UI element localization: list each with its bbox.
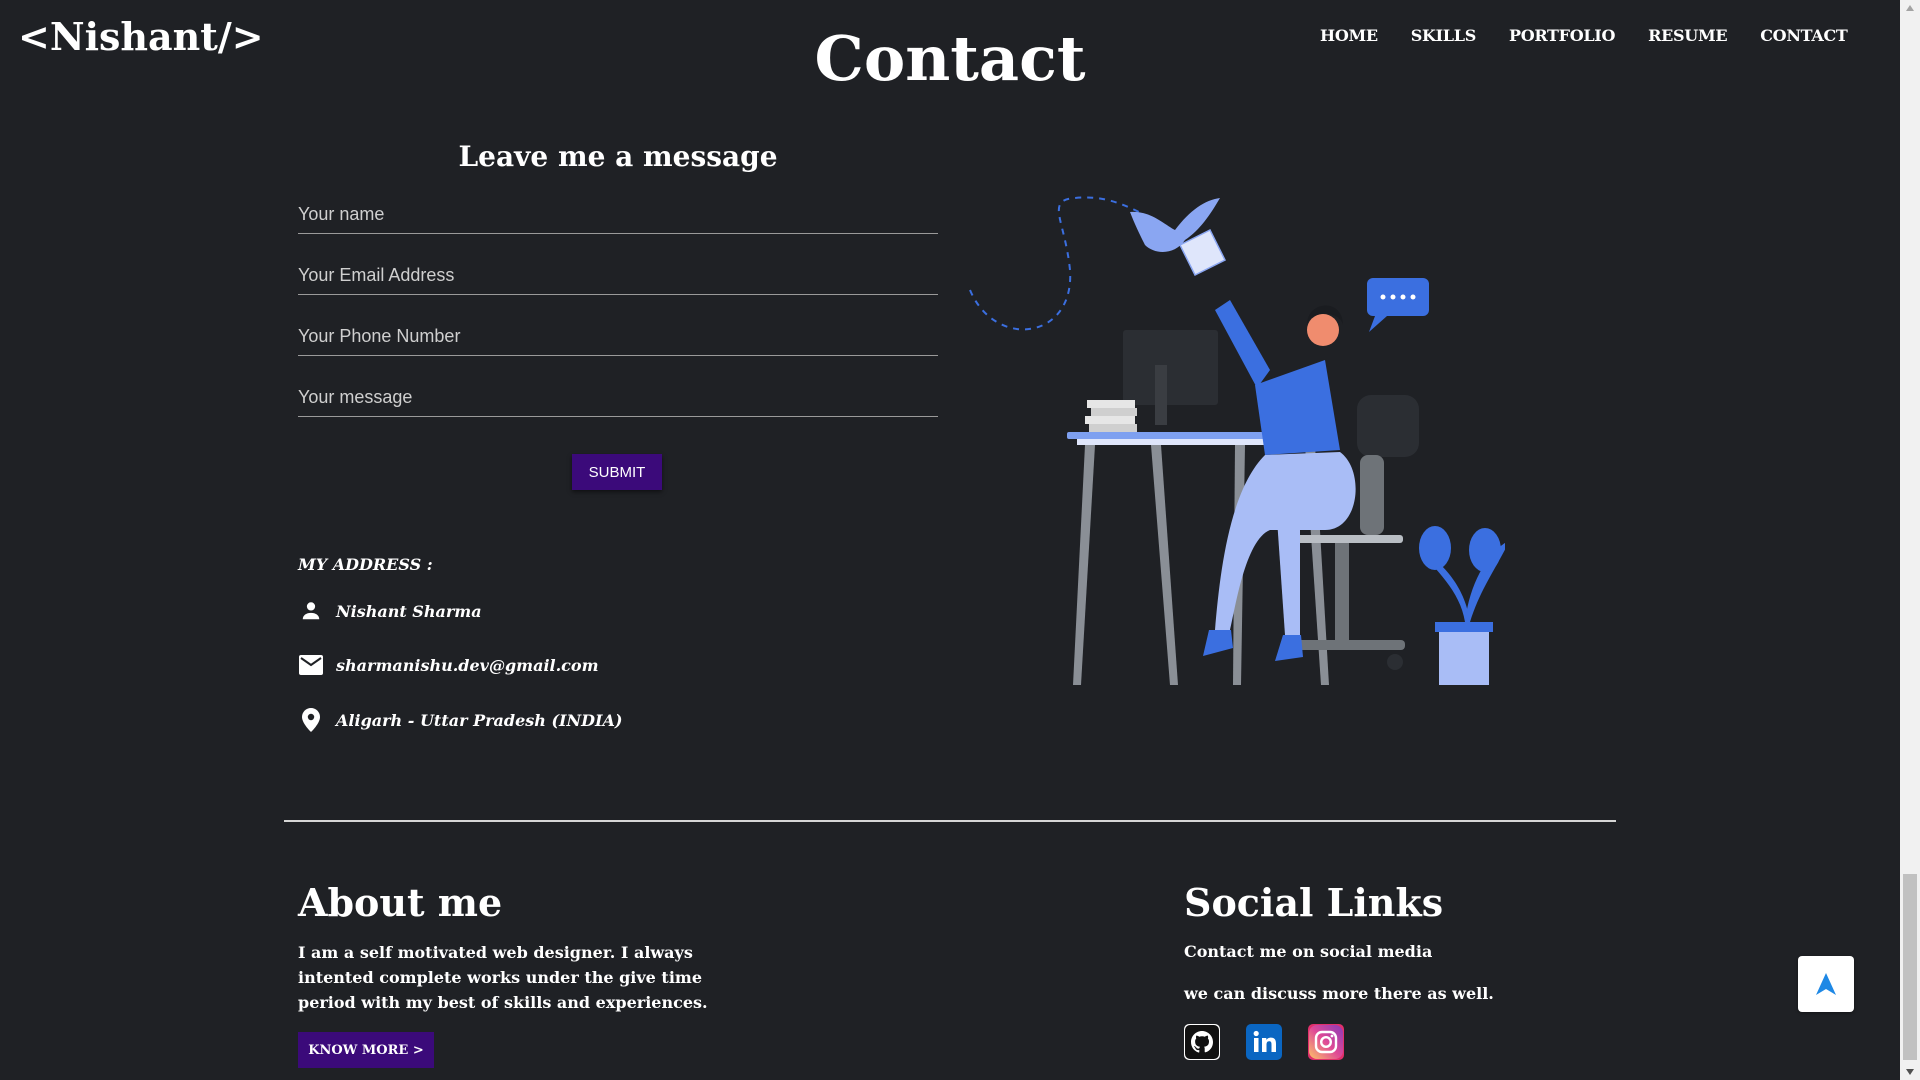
social-line-1: Contact me on social media	[1184, 942, 1433, 961]
nav-portfolio[interactable]: PORTFOLIO	[1509, 26, 1615, 45]
github-icon[interactable]	[1184, 1024, 1220, 1060]
name-input[interactable]	[298, 192, 938, 233]
nav-skills[interactable]: SKILLS	[1411, 26, 1477, 45]
scroll-down-arrow-icon[interactable]	[1900, 1064, 1920, 1080]
message-field-wrap	[298, 375, 938, 417]
nav-contact[interactable]: CONTACT	[1760, 26, 1848, 45]
address-email: sharmanishu.dev@gmail.com	[336, 655, 599, 675]
about-text: I am a self motivated web designer. I al…	[298, 943, 708, 1012]
scroll-thumb[interactable]	[1903, 874, 1917, 1060]
arrow-up-icon	[1816, 973, 1836, 995]
address-location: Aligarh - Uttar Pradesh (INDIA)	[336, 710, 623, 730]
social-title: Social Links	[1184, 880, 1444, 925]
back-to-top-button[interactable]	[1798, 956, 1854, 1012]
form-title: Leave me a message	[458, 140, 778, 173]
message-input[interactable]	[298, 375, 938, 416]
email-input[interactable]	[298, 253, 938, 294]
footer-divider	[284, 820, 1616, 822]
page-scrollbar[interactable]	[1900, 0, 1920, 1080]
main-nav: HOME SKILLS PORTFOLIO RESUME CONTACT	[1320, 26, 1881, 45]
nav-resume[interactable]: RESUME	[1648, 26, 1727, 45]
know-more-button[interactable]: KNOW MORE >	[298, 1032, 434, 1068]
social-icons	[1184, 1024, 1344, 1060]
about-title: About me	[298, 880, 503, 925]
location-pin-icon	[298, 707, 324, 733]
person-icon	[298, 598, 324, 624]
address-name: Nishant Sharma	[336, 601, 482, 621]
address-location-row: Aligarh - Uttar Pradesh (INDIA)	[298, 707, 623, 733]
contact-illustration	[965, 190, 1510, 690]
address-name-row: Nishant Sharma	[298, 598, 482, 624]
name-field-wrap	[298, 192, 938, 234]
phone-input[interactable]	[298, 314, 938, 355]
scroll-up-arrow-icon[interactable]	[1900, 0, 1920, 16]
social-line-2: we can discuss more there as well.	[1184, 984, 1494, 1003]
address-email-row: sharmanishu.dev@gmail.com	[298, 652, 599, 678]
nav-home[interactable]: HOME	[1320, 26, 1378, 45]
mail-icon	[298, 652, 324, 678]
linkedin-icon[interactable]	[1246, 1024, 1282, 1060]
address-title: MY ADDRESS :	[298, 555, 433, 574]
phone-field-wrap	[298, 314, 938, 356]
email-field-wrap	[298, 253, 938, 295]
instagram-icon[interactable]	[1308, 1024, 1344, 1060]
submit-button[interactable]: SUBMIT	[572, 454, 662, 490]
